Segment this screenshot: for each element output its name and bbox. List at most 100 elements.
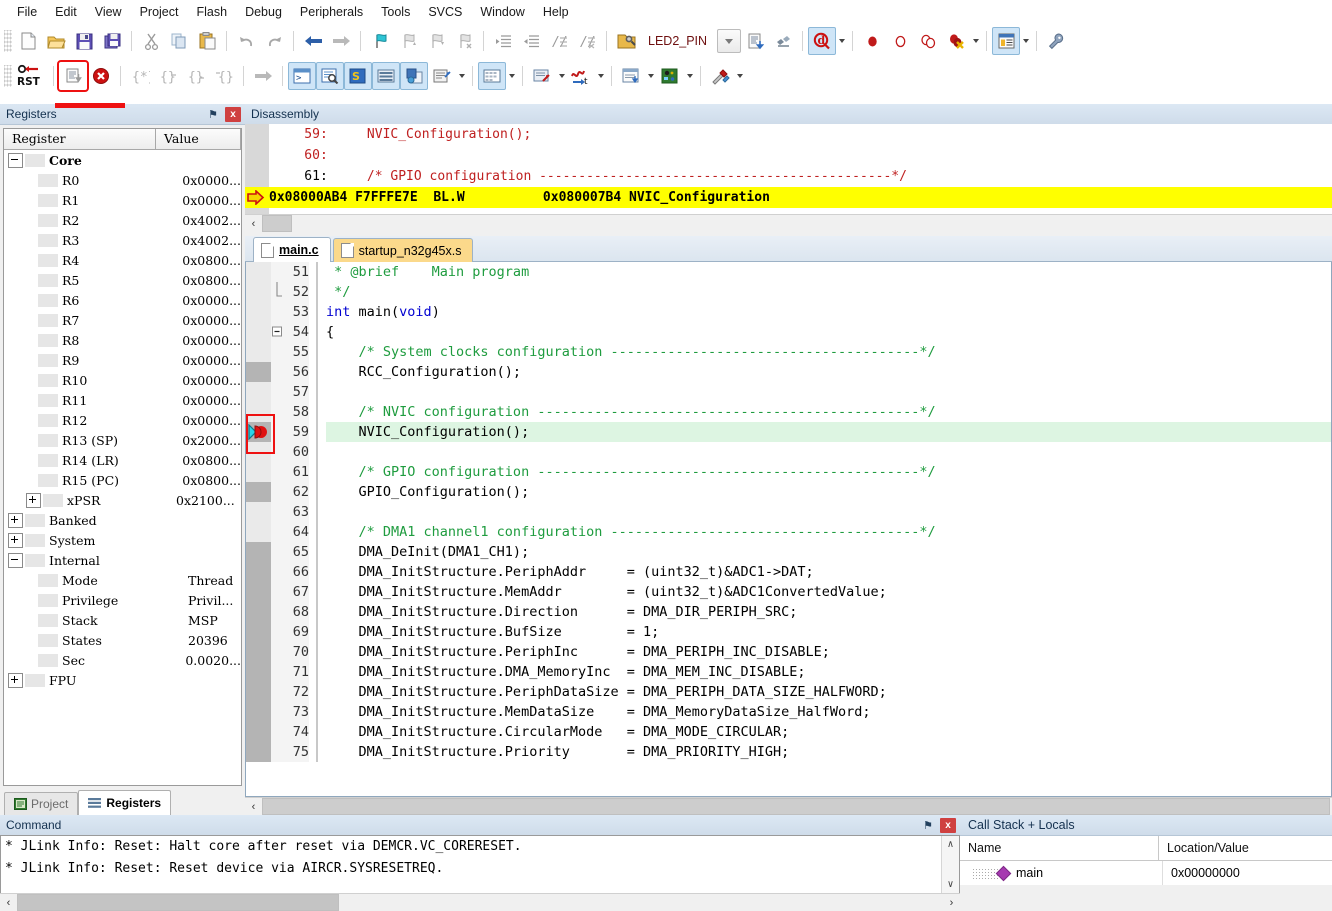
- code-line[interactable]: 65 DMA_DeInit(DMA1_CH1);: [246, 542, 1331, 562]
- register-row[interactable]: R5 0x0800...: [4, 270, 241, 290]
- code-line[interactable]: 75 DMA_InitStructure.Priority = DMA_PRIO…: [246, 742, 1331, 762]
- run-icon[interactable]: [57, 60, 89, 92]
- code-line[interactable]: 73 DMA_InitStructure.MemDataSize = DMA_M…: [246, 702, 1331, 722]
- scroll-up-icon[interactable]: ∧: [942, 836, 959, 853]
- register-row[interactable]: Core: [4, 150, 241, 170]
- manage-windows-icon[interactable]: [992, 27, 1021, 55]
- disassembly-hscrollbar[interactable]: ‹: [245, 214, 1332, 232]
- breakpoint-column[interactable]: [246, 522, 271, 542]
- rebuild-icon[interactable]: [769, 27, 797, 55]
- step-over-icon[interactable]: {}: [154, 62, 182, 90]
- code-line[interactable]: 57: [246, 382, 1331, 402]
- menu-item-svcs[interactable]: SVCS: [419, 2, 471, 22]
- scroll-thumb[interactable]: [17, 894, 339, 911]
- scroll-thumb[interactable]: [262, 798, 1330, 815]
- fold-column[interactable]: [271, 362, 283, 382]
- disassembly-line[interactable]: 59: NVIC_Configuration();: [245, 124, 1332, 145]
- code-line[interactable]: 53 int main(void): [246, 302, 1331, 322]
- breakpoint-column[interactable]: [246, 542, 271, 562]
- menu-item-view[interactable]: View: [86, 2, 131, 22]
- command-hscrollbar[interactable]: ‹ ›: [0, 893, 960, 911]
- watch-window-icon[interactable]: [428, 62, 456, 90]
- fold-column[interactable]: [271, 722, 283, 742]
- code-line[interactable]: 51 * @brief Main program: [246, 262, 1331, 282]
- breakpoint-dropdown-arrow[interactable]: [970, 28, 981, 54]
- register-row[interactable]: R9 0x0000...: [4, 350, 241, 370]
- fold-column[interactable]: [271, 282, 283, 302]
- fold-column[interactable]: [271, 302, 283, 322]
- fold-column[interactable]: [271, 682, 283, 702]
- code-line[interactable]: 68 DMA_InitStructure.Direction = DMA_DIR…: [246, 602, 1331, 622]
- code-line[interactable]: 61 /* GPIO configuration ---------------…: [246, 462, 1331, 482]
- bookmark-next-icon[interactable]: [422, 27, 450, 55]
- code-line-current[interactable]: 59 NVIC_Configuration();: [246, 414, 1331, 454]
- paste-icon[interactable]: [193, 27, 221, 55]
- navigate-forward-icon[interactable]: [327, 27, 355, 55]
- debug-toolbar-grip[interactable]: [4, 65, 12, 87]
- breakpoint-column[interactable]: [246, 382, 271, 402]
- register-row[interactable]: R12 0x0000...: [4, 410, 241, 430]
- open-folder-icon[interactable]: [42, 27, 70, 55]
- run-to-cursor-icon[interactable]: {}: [210, 62, 238, 90]
- menu-item-edit[interactable]: Edit: [46, 2, 86, 22]
- fold-column[interactable]: [271, 642, 283, 662]
- register-row[interactable]: Sec 0.0020...: [4, 650, 241, 670]
- disassembly-code[interactable]: 59: NVIC_Configuration(); 60: 61: /* GPI…: [245, 124, 1332, 214]
- breakpoint-column[interactable]: [246, 702, 271, 722]
- scroll-left-icon[interactable]: ‹: [245, 798, 262, 815]
- code-line[interactable]: 70 DMA_InitStructure.PeriphInc = DMA_PER…: [246, 642, 1331, 662]
- breakpoint-insert-icon[interactable]: [858, 27, 886, 55]
- register-row[interactable]: R1 0x0000...: [4, 190, 241, 210]
- copy-icon[interactable]: [165, 27, 193, 55]
- pin-icon[interactable]: ⚑: [205, 106, 221, 122]
- breakpoint-kill-all-icon[interactable]: [942, 27, 970, 55]
- register-row[interactable]: System: [4, 530, 241, 550]
- fold-column[interactable]: [271, 522, 283, 542]
- breakpoint-column[interactable]: [246, 262, 271, 282]
- fold-column[interactable]: [271, 562, 283, 582]
- expand-icon[interactable]: [8, 512, 23, 528]
- scroll-left-icon[interactable]: ‹: [0, 894, 17, 911]
- reset-cpu-icon[interactable]: RST: [14, 62, 48, 90]
- registers-window-icon[interactable]: [372, 62, 400, 90]
- menu-item-tools[interactable]: Tools: [372, 2, 419, 22]
- code-line[interactable]: 64 /* DMA1 channel1 configuration ------…: [246, 522, 1331, 542]
- fold-column[interactable]: [271, 542, 283, 562]
- register-row[interactable]: R4 0x0800...: [4, 250, 241, 270]
- register-row[interactable]: R14 (LR) 0x0800...: [4, 450, 241, 470]
- tab-registers[interactable]: Registers: [78, 790, 172, 815]
- step-out-icon[interactable]: {}: [182, 62, 210, 90]
- register-row[interactable]: R0 0x0000...: [4, 170, 241, 190]
- register-row[interactable]: R2 0x4002...: [4, 210, 241, 230]
- editor-text-area[interactable]: 51 * @brief Main program 52 */53 int main(…: [245, 262, 1332, 797]
- fold-column[interactable]: [271, 342, 283, 362]
- code-line[interactable]: 54 {: [246, 322, 1331, 342]
- save-all-icon[interactable]: [98, 27, 126, 55]
- code-line[interactable]: 72 DMA_InitStructure.PeriphDataSize = DM…: [246, 682, 1331, 702]
- pin-icon[interactable]: ⚑: [920, 817, 936, 833]
- fold-column[interactable]: [271, 502, 283, 522]
- menu-item-flash[interactable]: Flash: [187, 2, 236, 22]
- analysis-dropdown-arrow[interactable]: [595, 63, 606, 89]
- memory-window-icon[interactable]: [478, 62, 506, 90]
- registers-row-list[interactable]: Core R0 0x0000... R1 0x0000... R2 0x4002... R3 0…: [4, 150, 241, 785]
- build-target-icon[interactable]: [741, 27, 769, 55]
- tab-project[interactable]: Project: [4, 792, 79, 815]
- fold-column[interactable]: [271, 262, 283, 282]
- comment-icon[interactable]: //: [545, 27, 573, 55]
- code-line[interactable]: 63: [246, 502, 1331, 522]
- register-row[interactable]: States 20396: [4, 630, 241, 650]
- cut-icon[interactable]: [137, 27, 165, 55]
- register-row[interactable]: R11 0x0000...: [4, 390, 241, 410]
- code-line[interactable]: 52 */: [246, 282, 1331, 302]
- new-file-icon[interactable]: [14, 27, 42, 55]
- code-line[interactable]: 56 RCC_Configuration();: [246, 362, 1331, 382]
- bookmark-toggle-icon[interactable]: [366, 27, 394, 55]
- target-selector[interactable]: LED2_PIN: [642, 28, 742, 54]
- tab-startup-s[interactable]: startup_n32g45x.s: [332, 238, 474, 262]
- undo-icon[interactable]: [232, 27, 260, 55]
- breakpoint-column[interactable]: [246, 362, 271, 382]
- collapse-icon[interactable]: [8, 152, 23, 168]
- code-line[interactable]: 62 GPIO_Configuration();: [246, 482, 1331, 502]
- debug-start-icon[interactable]: d: [808, 27, 837, 55]
